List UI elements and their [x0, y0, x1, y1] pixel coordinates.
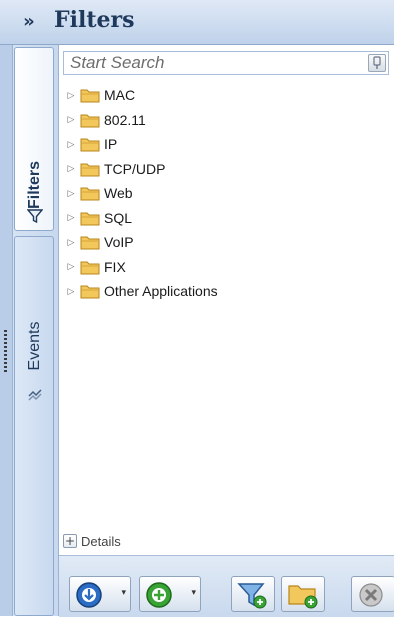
tree-node-web[interactable]: ▷ Web: [65, 181, 385, 206]
tab-events-label: Events: [26, 321, 43, 371]
details-label: Details: [81, 533, 121, 549]
folder-icon: [80, 187, 100, 201]
search-button[interactable]: [368, 54, 386, 72]
tab-filters[interactable]: Filters: [14, 47, 54, 231]
expand-arrow-icon[interactable]: ▷: [65, 188, 77, 199]
details-toggle[interactable]: + Details: [63, 529, 121, 553]
tree-node-label: Web: [104, 185, 133, 202]
tree-node-other-applications[interactable]: ▷ Other Applications: [65, 279, 385, 304]
expand-arrow-icon[interactable]: ▷: [65, 261, 77, 272]
import-icon: [76, 582, 102, 608]
delete-button[interactable]: [351, 576, 394, 612]
add-folder-button[interactable]: [281, 576, 325, 612]
add-filter-button[interactable]: [231, 576, 275, 612]
splitter-grip[interactable]: [4, 330, 7, 374]
expand-details-icon[interactable]: +: [63, 534, 77, 548]
filters-panel: ▷ MAC ▷ 802.11 ▷ IP ▷ TCP/UDP ▷ Web ▷ SQ…: [58, 45, 394, 617]
tree-node-fix[interactable]: ▷ FIX: [65, 255, 385, 280]
tree-node-label: IP: [104, 136, 118, 153]
tab-filters-label: Filters: [26, 160, 43, 210]
tree-node-tcp-udp[interactable]: ▷ TCP/UDP: [65, 157, 385, 182]
folder-icon: [80, 114, 100, 128]
collapse-panel-button[interactable]: »: [14, 8, 44, 36]
expand-arrow-icon[interactable]: ▷: [65, 114, 77, 125]
expand-arrow-icon[interactable]: ▷: [65, 212, 77, 223]
add-filter-icon: [237, 583, 267, 609]
folder-icon: [80, 236, 100, 250]
search-box: [63, 51, 389, 75]
add-icon: [146, 582, 172, 608]
search-input[interactable]: [64, 52, 376, 74]
delete-icon: [359, 583, 383, 607]
tree-node-label: SQL: [104, 209, 133, 226]
tree-node-label: FIX: [104, 258, 126, 275]
add-folder-icon: [288, 585, 318, 609]
tree-node-label: VoIP: [104, 234, 134, 251]
expand-arrow-icon[interactable]: ▷: [65, 163, 77, 174]
expand-arrow-icon[interactable]: ▷: [65, 139, 77, 150]
expand-arrow-icon[interactable]: ▷: [65, 237, 77, 248]
tree-node-sql[interactable]: ▷ SQL: [65, 206, 385, 231]
tree-node-802-11[interactable]: ▷ 802.11: [65, 108, 385, 133]
folder-icon: [80, 138, 100, 152]
splitter-rail[interactable]: [0, 45, 13, 616]
events-icon: [28, 389, 42, 401]
bottom-toolbar: ▾ ▾: [59, 555, 394, 617]
folder-icon: [80, 212, 100, 226]
tree-node-voip[interactable]: ▷ VoIP: [65, 230, 385, 255]
tab-events[interactable]: Events: [14, 236, 54, 616]
folder-icon: [80, 163, 100, 177]
filter-tree: ▷ MAC ▷ 802.11 ▷ IP ▷ TCP/UDP ▷ Web ▷ SQ…: [65, 83, 385, 304]
folder-icon: [80, 89, 100, 103]
tree-node-label: 802.11: [104, 111, 146, 128]
expand-arrow-icon[interactable]: ▷: [65, 90, 77, 101]
expand-arrow-icon[interactable]: ▷: [65, 286, 77, 297]
search-options-icon: [373, 56, 381, 69]
panel-header: » Filters: [0, 0, 394, 45]
tree-node-label: Other Applications: [104, 283, 218, 300]
add-button[interactable]: ▾: [139, 576, 201, 612]
dropdown-arrow-icon[interactable]: ▾: [121, 587, 126, 598]
folder-icon: [80, 261, 100, 275]
panel-title: Filters: [54, 7, 135, 33]
folder-icon: [80, 285, 100, 299]
import-button[interactable]: ▾: [69, 576, 131, 612]
dropdown-arrow-icon[interactable]: ▾: [191, 587, 196, 598]
tree-node-label: TCP/UDP: [104, 160, 166, 177]
filter-icon: [27, 209, 43, 224]
tree-node-label: MAC: [104, 87, 136, 104]
tree-node-ip[interactable]: ▷ IP: [65, 132, 385, 157]
tree-node-mac[interactable]: ▷ MAC: [65, 83, 385, 108]
